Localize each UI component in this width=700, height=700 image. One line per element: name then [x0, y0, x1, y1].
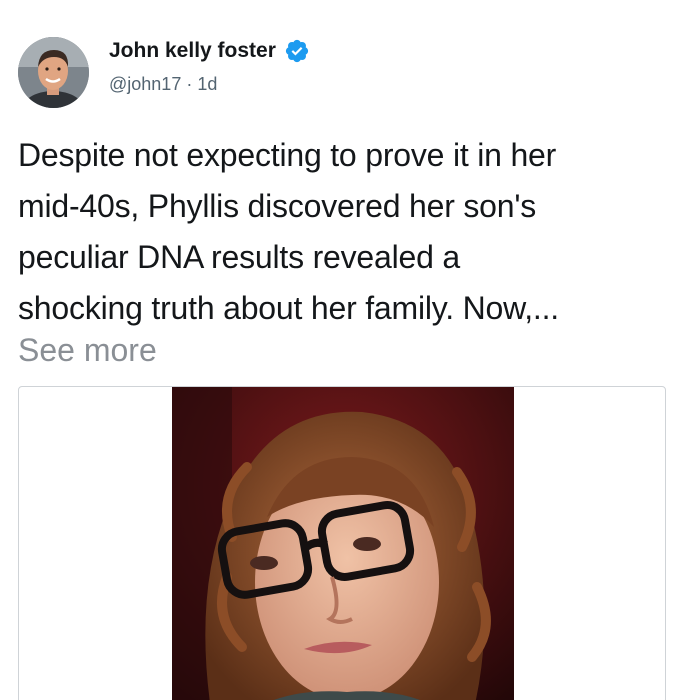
author-avatar[interactable]	[18, 37, 89, 108]
post-text-line: peculiar DNA results revealed a	[18, 239, 461, 275]
author-display-name[interactable]: John kelly foster	[109, 39, 276, 63]
meta-separator: ·	[186, 74, 193, 94]
author-meta: @john17 · 1d	[109, 74, 217, 95]
post-text-line: Despite not expecting to prove it in her	[18, 137, 557, 173]
see-more-link[interactable]: See more	[18, 325, 157, 376]
author-name-row: John kelly foster	[109, 38, 310, 64]
media-card[interactable]	[18, 386, 666, 700]
post-text-line: mid-40s, Phyllis discovered her son's	[18, 188, 537, 224]
media-photo[interactable]	[172, 387, 514, 700]
author-handle[interactable]: @john17	[109, 74, 181, 94]
avatar-image	[18, 37, 89, 108]
post-card: John kelly foster @john17 · 1d Despite not…	[0, 0, 700, 700]
post-timestamp[interactable]: 1d	[197, 74, 217, 94]
post-body-text: Despite not expecting to prove it in her…	[18, 130, 690, 334]
verified-badge-icon	[284, 38, 310, 64]
